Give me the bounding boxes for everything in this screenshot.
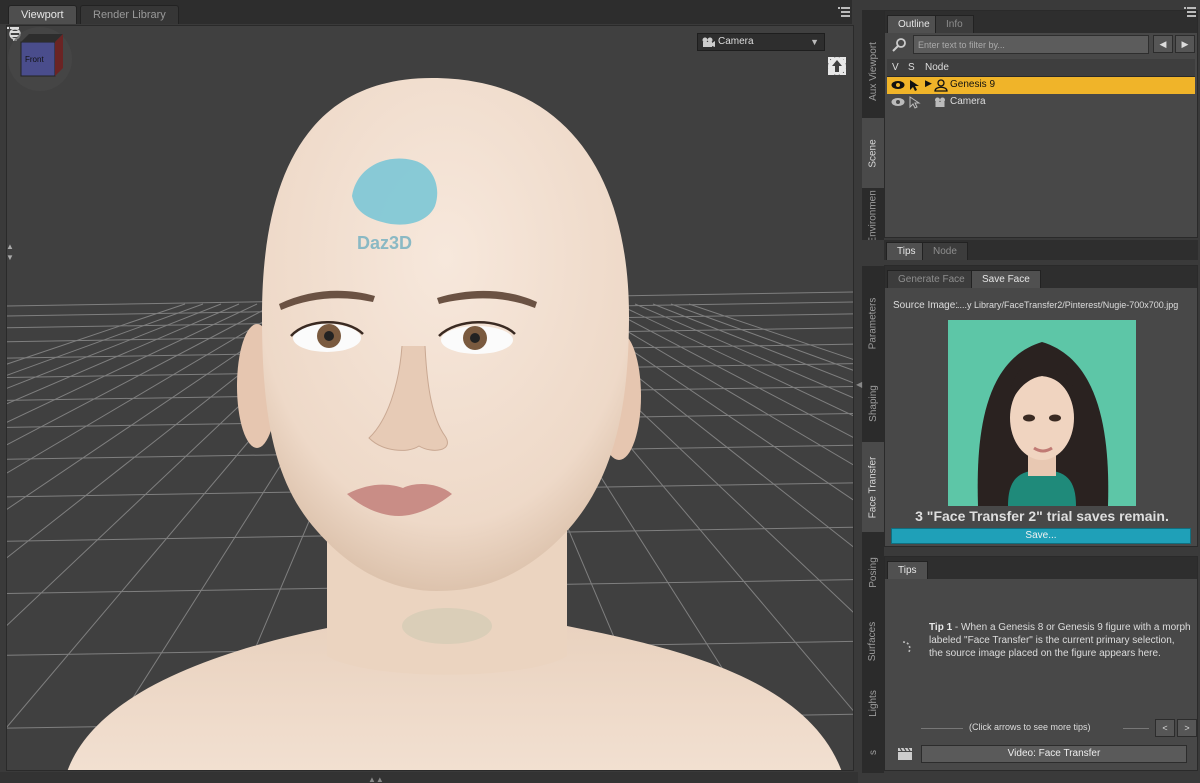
node-label: Genesis 9: [950, 79, 996, 90]
spinner-icon: [902, 641, 911, 653]
chevron-down-icon: ▼: [810, 37, 819, 47]
lower-side-tabs: Parameters Shaping Face Transfer Posing …: [862, 266, 884, 773]
side-tab-posing[interactable]: Posing: [862, 542, 884, 602]
tips-navigation: (Click arrows to see more tips) < >: [921, 719, 1197, 737]
filter-input[interactable]: [913, 35, 1149, 54]
tab-tips-bottom[interactable]: Tips: [887, 561, 928, 579]
save-button[interactable]: Save...: [891, 528, 1191, 544]
tip-text: Tip 1 - When a Genesis 8 or Genesis 9 fi…: [929, 621, 1191, 660]
nav-cube-front-label: Front: [25, 55, 44, 64]
eye-icon[interactable]: [891, 97, 905, 107]
face-transfer-tabs: Generate Face Save Face: [885, 266, 1197, 288]
tree-header: V S Node: [887, 59, 1195, 77]
daz-studio-window: Viewport Render Library Daz3D Camera ▼ F…: [0, 0, 1200, 783]
pointer-icon[interactable]: [909, 79, 921, 92]
tab-outline[interactable]: Outline: [887, 15, 941, 33]
scroll-up-arrow-icon[interactable]: ▲: [6, 242, 14, 251]
tab-render-library[interactable]: Render Library: [80, 5, 179, 24]
side-tab-lights[interactable]: Lights: [862, 678, 884, 728]
side-tab-more[interactable]: s: [862, 740, 884, 764]
camera-icon: [935, 97, 945, 107]
video-clapper-icon: [898, 747, 912, 760]
tab-node[interactable]: Node: [922, 242, 968, 260]
tab-tips[interactable]: Tips: [886, 242, 927, 260]
trial-saves-text: 3 "Face Transfer 2" trial saves remain.: [915, 508, 1169, 524]
next-button[interactable]: ▶: [1175, 35, 1195, 53]
3d-viewport[interactable]: Daz3D Camera ▼ Front: [6, 25, 854, 771]
reset-view-icon[interactable]: [827, 56, 847, 76]
tips-panel-tabs: Tips: [885, 557, 1197, 579]
splitter-grip-icon[interactable]: ◀: [856, 380, 862, 389]
source-image-label: Source Image:: [893, 300, 959, 311]
tab-save-face[interactable]: Save Face: [971, 270, 1041, 288]
navigation-cube[interactable]: Front: [7, 26, 73, 92]
camera-dropdown-label: Camera: [718, 36, 754, 47]
pointer-icon[interactable]: [909, 96, 921, 109]
side-tab-surfaces[interactable]: Surfaces: [862, 608, 884, 674]
tree-row-camera[interactable]: Camera: [887, 94, 1195, 111]
bottom-dock-bar: [0, 772, 858, 783]
tab-generate-face[interactable]: Generate Face: [887, 270, 976, 288]
tip-title: Tip 1: [929, 622, 953, 633]
tip-body: - When a Genesis 8 or Genesis 9 figure w…: [929, 622, 1191, 659]
camera-dropdown[interactable]: Camera ▼: [697, 33, 825, 51]
column-selectable[interactable]: S: [908, 62, 915, 73]
tips-panel: Tips Tip 1 - When a Genesis 8 or Genesis…: [884, 556, 1198, 771]
tab-viewport[interactable]: Viewport: [8, 5, 77, 24]
dock-grip-icon[interactable]: ▲▲: [368, 775, 384, 783]
scene-panel-menu-icon[interactable]: [1184, 6, 1196, 18]
side-tab-environment[interactable]: Environment: [862, 190, 884, 240]
prev-tip-button[interactable]: <: [1155, 719, 1175, 737]
source-image-preview: [948, 320, 1136, 506]
side-tab-scene[interactable]: Scene: [862, 118, 884, 188]
tab-info[interactable]: Info: [935, 15, 974, 33]
figure-icon: [934, 79, 948, 92]
tree-row-genesis-9[interactable]: ▶ Genesis 9: [887, 77, 1195, 94]
scroll-down-arrow-icon[interactable]: ▼: [6, 253, 14, 262]
tips-nav-text: (Click arrows to see more tips): [969, 722, 1091, 732]
next-tip-button[interactable]: >: [1177, 719, 1197, 737]
viewport-tab-bar: Viewport Render Library: [0, 0, 852, 24]
camera-icon: [702, 37, 715, 47]
prev-button[interactable]: ◀: [1153, 35, 1173, 53]
source-image-path: ....y Library/FaceTransfer2/Pinterest/Nu…: [957, 300, 1179, 310]
side-tab-shaping[interactable]: Shaping: [862, 370, 884, 436]
upper-side-tabs: Aux Viewport Scene Environment: [862, 10, 884, 240]
video-face-transfer-button[interactable]: Video: Face Transfer: [921, 745, 1187, 763]
side-tab-aux-viewport[interactable]: Aux Viewport: [862, 28, 884, 114]
tips-node-tab-bar: Tips Node: [884, 240, 1198, 260]
expand-arrow-icon[interactable]: ▶: [925, 78, 932, 89]
eye-icon[interactable]: [891, 80, 905, 90]
search-icon: [892, 38, 906, 52]
side-tab-parameters[interactable]: Parameters: [862, 284, 884, 362]
scene-panel-tabs: Outline Info: [885, 11, 1197, 33]
side-tab-face-transfer[interactable]: Face Transfer: [862, 442, 884, 532]
viewport-scene: Daz3D: [7, 78, 853, 770]
node-label: Camera: [950, 96, 986, 107]
scene-panel: Outline Info ◀ ▶ V S Node ▶: [884, 10, 1198, 238]
daz3d-logo-text: Daz3D: [357, 233, 412, 253]
pane-menu-icon[interactable]: [838, 6, 850, 18]
column-node[interactable]: Node: [925, 62, 949, 73]
column-visible[interactable]: V: [892, 62, 899, 73]
figure-right-eye: [438, 321, 516, 354]
face-transfer-panel: Generate Face Save Face Source Image: ..…: [884, 265, 1198, 547]
filter-row: ◀ ▶: [887, 35, 1195, 55]
